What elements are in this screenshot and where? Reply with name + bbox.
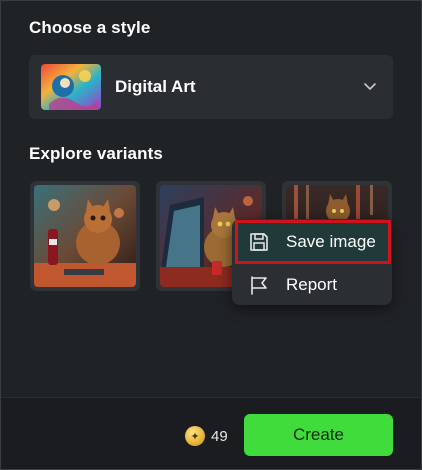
selected-style-label: Digital Art xyxy=(115,77,196,96)
choose-style-heading: Choose a style xyxy=(29,18,151,37)
chevron-down-icon xyxy=(364,83,376,90)
credits-count: 49 xyxy=(211,427,228,445)
flag-icon xyxy=(251,276,267,295)
coin-icon: ✦ xyxy=(185,426,205,446)
style-thumbnail xyxy=(41,64,101,110)
save-image-menu-item[interactable]: Save image xyxy=(235,220,391,264)
style-dropdown[interactable]: Digital Art xyxy=(29,55,393,119)
image-context-menu: Save image Report xyxy=(232,219,392,305)
report-menu-item[interactable]: Report xyxy=(232,265,392,305)
save-icon xyxy=(250,233,268,251)
create-button[interactable]: Create xyxy=(244,414,393,456)
image-creator-panel: Choose a style Digital Art Explore varia… xyxy=(0,0,422,470)
report-label: Report xyxy=(286,275,338,294)
save-image-label: Save image xyxy=(286,232,376,251)
variant-thumbnail-1[interactable] xyxy=(30,181,140,291)
footer-bar: ✦ 49 Create xyxy=(1,397,421,469)
boost-credits: ✦ 49 xyxy=(185,426,228,446)
explore-variants-heading: Explore variants xyxy=(29,144,163,163)
